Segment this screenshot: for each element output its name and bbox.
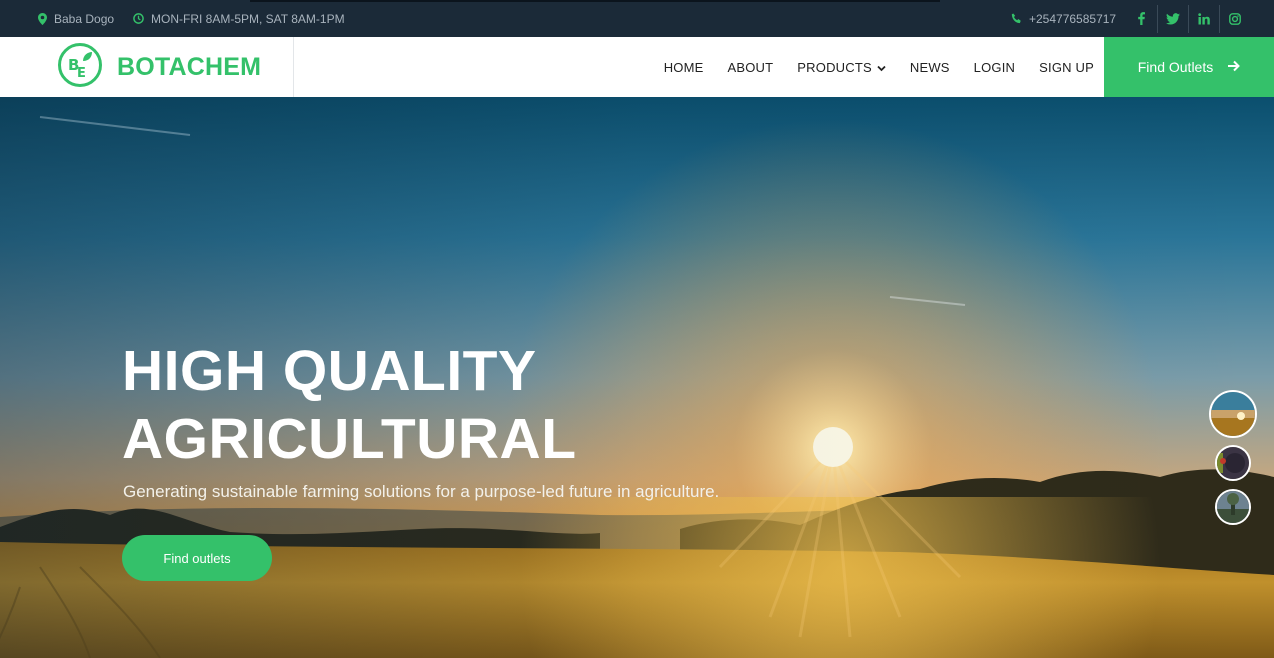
slide-thumb-2[interactable] [1215, 445, 1251, 481]
top-bar-divider [250, 0, 940, 2]
nav-products[interactable]: PRODUCTS [797, 60, 886, 75]
location-info: Baba Dogo [38, 0, 114, 37]
phone-icon [1011, 13, 1022, 24]
social-links [1126, 0, 1250, 37]
facebook-icon[interactable] [1126, 5, 1157, 33]
chevron-down-icon [877, 60, 886, 75]
hero-title-line-1: HIGH QUALITY [122, 339, 537, 403]
nav-products-label: PRODUCTS [797, 59, 872, 75]
hero-find-outlets-button[interactable]: Find outlets [122, 535, 272, 581]
top-bar: Baba Dogo MON-FRI 8AM-5PM, SAT 8AM-1PM +… [0, 0, 1274, 37]
linkedin-icon[interactable] [1188, 4, 1219, 33]
phone-text[interactable]: +254776585717 [1029, 12, 1116, 26]
brand[interactable]: B E BOTACHEM [0, 37, 294, 97]
slide-thumb-1[interactable] [1209, 390, 1257, 438]
hours-text: MON-FRI 8AM-5PM, SAT 8AM-1PM [151, 11, 345, 26]
brand-name: BOTACHEM [117, 52, 262, 81]
hero-banner: HIGH QUALITY AGRICULTURAL Generating sus… [0, 97, 1274, 658]
botachem-logo-icon: B E [57, 42, 103, 93]
hero-subtitle: Generating sustainable farming solutions… [123, 482, 720, 501]
main-header: B E BOTACHEM HOME ABOUT PRODUCTS NEWS LO… [0, 37, 1274, 97]
clock-icon [133, 13, 144, 24]
arrow-right-icon [1227, 59, 1241, 75]
nav-login[interactable]: LOGIN [974, 60, 1015, 75]
location-text: Baba Dogo [54, 11, 115, 26]
nav-sign-up[interactable]: SIGN UP [1039, 60, 1094, 75]
main-nav: HOME ABOUT PRODUCTS NEWS LOGIN SIGN UP [640, 37, 1094, 97]
hero-title-line-2: AGRICULTURAL [122, 407, 577, 471]
hero-title: HIGH QUALITY AGRICULTURAL [122, 337, 577, 473]
instagram-icon[interactable] [1219, 4, 1250, 33]
phone-info[interactable]: +254776585717 [1011, 0, 1116, 37]
map-pin-icon [38, 12, 47, 25]
twitter-icon[interactable] [1157, 4, 1188, 33]
nav-news[interactable]: NEWS [910, 60, 950, 75]
find-outlets-label: Find Outlets [1137, 59, 1214, 75]
hours-info: MON-FRI 8AM-5PM, SAT 8AM-1PM [133, 0, 345, 37]
find-outlets-button[interactable]: Find Outlets [1104, 37, 1274, 97]
nav-about[interactable]: ABOUT [728, 60, 774, 75]
nav-home[interactable]: HOME [664, 60, 704, 75]
slide-thumb-3[interactable] [1215, 489, 1251, 525]
svg-text:E: E [77, 66, 86, 81]
